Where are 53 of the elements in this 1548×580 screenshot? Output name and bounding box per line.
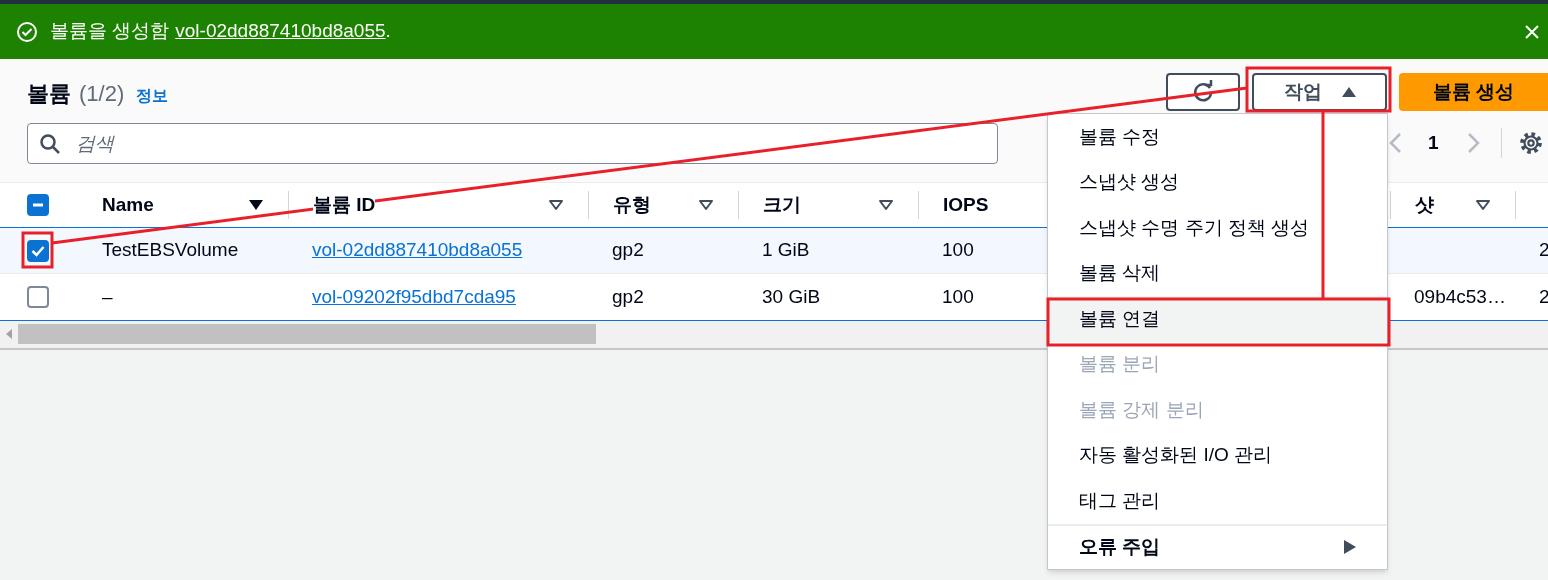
table-cell: gp2 <box>612 239 644 261</box>
selection-count: (1/2) <box>79 80 125 108</box>
table-cell: 30 GiB <box>762 285 821 307</box>
checkbox[interactable] <box>27 239 49 262</box>
volume-link[interactable]: vol-02dd887410bd8a055 <box>175 17 386 46</box>
table-cell: 100 <box>942 239 974 261</box>
search-field[interactable]: 검색 <box>27 123 998 164</box>
close-icon[interactable] <box>1524 23 1540 40</box>
table-cell: gp2 <box>612 285 644 307</box>
column-header[interactable]: 샷 <box>1391 191 1515 219</box>
table-cell: 100 <box>942 285 974 307</box>
settings-icon[interactable] <box>1517 130 1544 156</box>
menu-item[interactable]: 자동 활성화된 I/O 관리 <box>1048 432 1387 478</box>
annotation-box <box>21 231 54 269</box>
sort-icon[interactable] <box>698 199 714 211</box>
submenu-item[interactable]: 오류 주입 <box>1048 523 1387 569</box>
table-cell: 2 <box>1539 285 1548 307</box>
sort-icon[interactable] <box>1475 199 1491 211</box>
success-icon <box>16 20 38 43</box>
checkbox[interactable] <box>27 194 49 216</box>
column-header[interactable]: Name <box>78 191 288 219</box>
menu-item[interactable]: 스냅샷 생성 <box>1048 159 1387 205</box>
menu-item[interactable]: 볼륨 연결 <box>1048 296 1387 342</box>
menu-item[interactable]: 볼륨 수정 <box>1048 114 1387 160</box>
caret-up-icon <box>1341 87 1356 97</box>
refresh-icon <box>1191 80 1215 104</box>
refresh-button[interactable] <box>1166 73 1240 111</box>
search-icon <box>39 133 61 155</box>
submenu-arrow-icon <box>1344 540 1356 555</box>
table-cell: 09b4c53… <box>1414 285 1506 307</box>
sort-descending-icon[interactable] <box>248 199 264 211</box>
check-icon <box>31 244 45 257</box>
column-header[interactable]: 유형 <box>589 191 738 219</box>
create-volume-button[interactable]: 볼륨 생성 <box>1399 73 1548 111</box>
notification-message: 볼륨을 생성함 <box>50 19 170 44</box>
actions-button[interactable]: 작업 <box>1252 73 1387 111</box>
notification-period: . <box>385 19 391 44</box>
table-cell: 1 GiB <box>762 239 810 261</box>
checkbox[interactable] <box>27 285 49 308</box>
page-title: 볼륨 <box>27 80 71 108</box>
sort-icon[interactable] <box>878 199 894 211</box>
volume-id-link[interactable]: vol-09202f95dbd7cda95 <box>312 285 516 307</box>
column-header[interactable]: 크기 <box>739 191 918 219</box>
menu-item[interactable]: 태그 관리 <box>1048 478 1387 524</box>
page-number[interactable]: 1 <box>1428 128 1439 158</box>
sort-icon[interactable] <box>548 199 564 211</box>
table-cell: 2 <box>1539 239 1548 261</box>
table-cell: – <box>102 285 113 307</box>
column-header[interactable]: 볼륨 ID <box>289 191 588 219</box>
info-link[interactable]: 정보 <box>136 84 169 108</box>
table-cell: TestEBSVolume <box>102 239 239 261</box>
volume-id-link[interactable]: vol-02dd887410bd8a055 <box>312 239 523 261</box>
minus-icon <box>32 203 44 207</box>
